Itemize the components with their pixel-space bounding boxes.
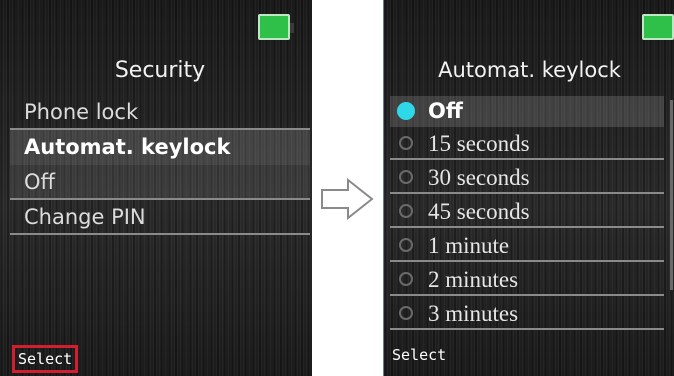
page-title: Security	[114, 58, 206, 83]
radio-empty-icon	[399, 306, 413, 320]
radio-empty-icon	[399, 170, 413, 184]
option-label: 45 seconds	[428, 199, 530, 224]
option-label: 3 minutes	[428, 301, 519, 326]
phone-screen-keylock-options: Automat. keylock Off 15 seconds 30 secon…	[383, 0, 674, 376]
option-label: 1 minute	[428, 233, 510, 258]
option-label: 2 minutes	[428, 267, 519, 292]
menu-item-automat-keylock[interactable]: Automat. keylock	[10, 130, 310, 165]
phone-screen-security-menu: Security Phone lock Automat. keylock Off…	[0, 0, 312, 376]
option-30-seconds[interactable]: 30 seconds	[390, 163, 664, 194]
scrollbar[interactable]	[670, 100, 673, 290]
menu-item-phone-lock[interactable]: Phone lock	[10, 95, 310, 130]
option-2-minutes[interactable]: 2 minutes	[390, 265, 664, 296]
option-label: 15 seconds	[428, 131, 530, 156]
battery-icon	[642, 14, 674, 40]
page-title: Automat. keylock	[438, 58, 621, 82]
battery-icon	[258, 14, 294, 40]
radio-empty-icon	[399, 238, 413, 252]
radio-empty-icon	[399, 136, 413, 150]
option-15-seconds[interactable]: 15 seconds	[390, 129, 664, 160]
option-3-minutes[interactable]: 3 minutes	[390, 299, 664, 330]
menu-item-keylock-value: Off	[10, 165, 310, 200]
option-label: Off	[428, 99, 463, 123]
menu-item-change-pin[interactable]: Change PIN	[10, 200, 310, 235]
option-off[interactable]: Off	[390, 96, 664, 127]
right-arrow-icon	[321, 178, 374, 220]
radio-empty-icon	[399, 272, 413, 286]
option-45-seconds[interactable]: 45 seconds	[390, 197, 664, 228]
radio-selected-icon	[397, 102, 415, 120]
option-label: 30 seconds	[428, 165, 530, 190]
option-1-minute[interactable]: 1 minute	[390, 231, 664, 262]
radio-empty-icon	[399, 204, 413, 218]
select-softkey[interactable]: Select	[12, 345, 79, 373]
select-softkey[interactable]: Select	[392, 346, 446, 364]
